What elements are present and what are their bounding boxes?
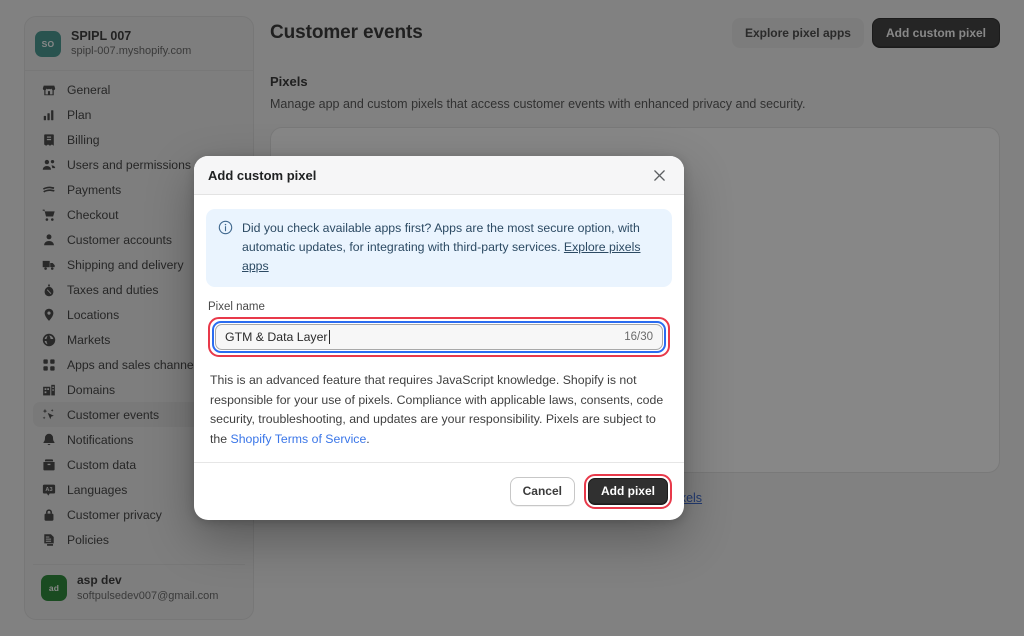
cancel-button[interactable]: Cancel (509, 476, 575, 506)
legal-suffix: . (366, 432, 370, 447)
legal-disclaimer: This is an advanced feature that require… (206, 371, 672, 450)
pixel-name-value: GTM & Data Layer (225, 330, 328, 345)
pixel-name-label: Pixel name (208, 301, 265, 314)
pixel-name-focus-ring: GTM & Data Layer 16/30 (212, 321, 666, 354)
add-custom-pixel-modal: Add custom pixel Did you check available… (194, 156, 684, 520)
close-icon[interactable] (648, 164, 670, 186)
modal-footer: Cancel Add pixel (194, 461, 684, 520)
info-circle-icon (218, 220, 233, 240)
modal-body: Did you check available apps first? Apps… (194, 195, 684, 462)
pixel-name-field: Pixel name GTM & Data Layer 16/30 (206, 301, 672, 358)
pixel-name-highlight-ring: GTM & Data Layer 16/30 (208, 317, 670, 358)
shopify-terms-link[interactable]: Shopify Terms of Service (231, 432, 367, 446)
character-counter: 16/30 (624, 331, 653, 344)
add-pixel-highlight-ring: Add pixel (583, 473, 672, 509)
pixel-name-input[interactable]: GTM & Data Layer 16/30 (215, 324, 663, 351)
add-pixel-button[interactable]: Add pixel (587, 477, 668, 505)
info-banner: Did you check available apps first? Apps… (206, 209, 672, 288)
text-caret (328, 330, 330, 345)
modal-header: Add custom pixel (194, 156, 684, 195)
app-root: SO SPIPL 007 spipl-007.myshopify.com Gen… (0, 0, 1024, 636)
modal-title: Add custom pixel (208, 167, 317, 183)
info-banner-text: Did you check available apps first? Apps… (242, 219, 660, 276)
